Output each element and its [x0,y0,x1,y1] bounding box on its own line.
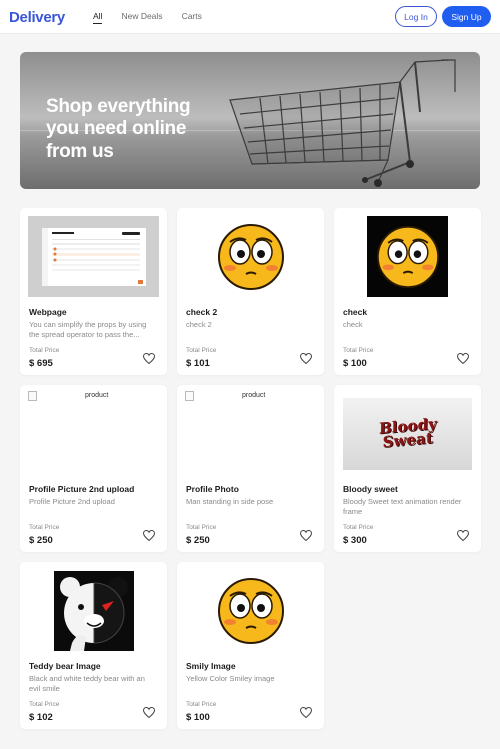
bloody-sweet-image: Bloody Sweat [343,397,472,470]
product-price: $ 695 [29,358,53,369]
product-title: check 2 [186,307,218,317]
price-label: Total Price [29,347,60,354]
price-label: Total Price [343,524,374,531]
broken-image-icon [28,391,37,401]
hero-title: Shop everything you need online from us [46,96,191,162]
product-image[interactable] [342,216,473,297]
emoji-dark-frame [367,216,448,297]
product-price: $ 250 [186,535,210,546]
product-price: $ 102 [29,712,53,723]
bloody-sweet-artwork-text: Bloody Sweat [378,414,437,452]
product-card[interactable]: Teddy bear Image Black and white teddy b… [20,562,167,729]
heart-icon[interactable] [143,353,155,364]
price-label: Total Price [343,347,374,354]
heart-icon[interactable] [143,530,155,541]
price-label: Total Price [29,524,60,531]
product-title: Smily Image [186,661,236,671]
heart-icon[interactable] [300,530,312,541]
product-image[interactable] [28,570,159,651]
broken-image-icon [185,391,194,401]
product-description: Yellow Color Smiley image [186,674,275,683]
hero-banner: Shop everything you need online from us [20,52,480,189]
product-description: Bloody Sweet text animation render frame [343,497,462,517]
product-price: $ 300 [343,535,367,546]
product-price: $ 100 [343,358,367,369]
flushed-emoji-image [376,225,439,288]
heart-icon[interactable] [300,707,312,718]
product-description: You can simplify the props by using the … [29,320,147,340]
image-alt-text: product [242,392,266,399]
nav-carts[interactable]: Carts [182,11,202,24]
price-label: Total Price [186,524,217,531]
heart-icon[interactable] [143,707,155,718]
product-card[interactable]: product Profile Picture 2nd upload Profi… [20,385,167,552]
product-description: Man standing in side pose [186,497,274,506]
image-alt-text: product [85,392,109,399]
product-title: Profile Picture 2nd upload [29,484,135,494]
product-image[interactable] [185,570,316,651]
product-card[interactable]: Webpage You can simplify the props by us… [20,208,167,375]
product-card[interactable]: check 2 check 2 Total Price $ 101 [177,208,324,375]
webpage-screenshot-thumbnail [41,227,146,286]
product-description: check [343,320,363,329]
price-label: Total Price [186,701,217,708]
flushed-emoji-image [217,577,284,644]
product-description: Black and white teddy bear with an evil … [29,674,145,694]
login-button[interactable]: Log In [395,6,437,27]
product-image[interactable] [185,216,316,297]
brand-logo[interactable]: Delivery [9,9,65,26]
product-title: check [343,307,368,317]
product-title: Webpage [29,307,67,317]
price-label: Total Price [186,347,217,354]
price-label: Total Price [29,701,60,708]
product-card[interactable]: check check Total Price $ 100 [334,208,481,375]
heart-icon[interactable] [457,530,469,541]
product-image[interactable] [28,216,159,297]
heart-icon[interactable] [300,353,312,364]
main-nav: All New Deals Carts [93,11,202,24]
product-price: $ 101 [186,358,210,369]
product-title: Profile Photo [186,484,239,494]
heart-icon[interactable] [457,353,469,364]
shopping-cart-illustration [229,59,456,187]
product-card[interactable]: product Profile Photo Man standing in si… [177,385,324,552]
top-navbar: Delivery All New Deals Carts Log In Sign… [0,0,500,34]
teddy-bear-image [53,570,134,651]
product-description: check 2 [186,320,212,329]
product-title: Bloody sweet [343,484,398,494]
product-image[interactable]: product [185,391,316,401]
product-title: Teddy bear Image [29,661,101,671]
nav-all[interactable]: All [93,11,103,24]
product-price: $ 100 [186,712,210,723]
product-card[interactable]: Smily Image Yellow Color Smiley image To… [177,562,324,729]
product-image[interactable]: product [28,391,159,401]
product-price: $ 250 [29,535,53,546]
product-description: Profile Picture 2nd upload [29,497,115,506]
product-card[interactable]: Bloody Sweat Bloody sweet Bloody Sweet t… [334,385,481,552]
signup-button[interactable]: Sign Up [442,6,491,27]
nav-new-deals[interactable]: New Deals [121,11,162,24]
flushed-emoji-image [217,223,284,290]
product-image[interactable]: Bloody Sweat [342,393,473,474]
